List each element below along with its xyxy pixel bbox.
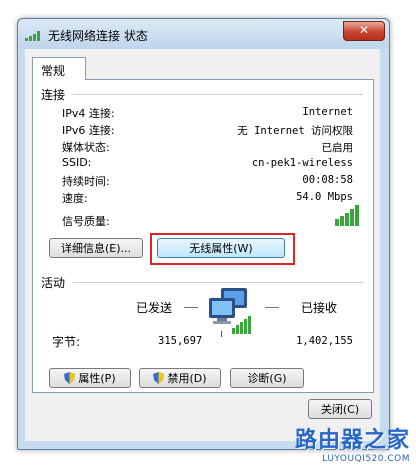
signal-quality-label: 信号质量: bbox=[62, 215, 110, 228]
tab-label: 常规 bbox=[41, 64, 66, 78]
sent-label: 已发送 bbox=[136, 301, 173, 315]
dialog-client-area: 常规 连接 IPv4 连接: Internet IPv6 连接: 无 Inter… bbox=[25, 49, 380, 441]
wireless-signal-icon bbox=[25, 31, 40, 41]
disable-button[interactable]: 禁用(D) bbox=[139, 368, 221, 388]
diagnose-button[interactable]: 诊断(G) bbox=[230, 368, 304, 388]
media-state-value: 已启用 bbox=[321, 142, 354, 154]
ipv6-label: IPv6 连接: bbox=[62, 124, 115, 137]
duration-value: 00:08:58 bbox=[302, 174, 353, 186]
close-icon: ✕ bbox=[358, 23, 370, 37]
bytes-sent-value: 315,697 bbox=[158, 335, 203, 347]
activity-divider bbox=[73, 282, 363, 283]
watermark-title: 路由器之家 bbox=[294, 428, 410, 453]
connection-divider bbox=[73, 94, 363, 95]
received-label: 已接收 bbox=[301, 301, 338, 315]
speed-value: 54.0 Mbps bbox=[296, 191, 353, 203]
diagnose-button-label: 诊断(G) bbox=[247, 372, 287, 385]
shield-icon bbox=[153, 372, 165, 384]
ipv6-value: 无 Internet 访问权限 bbox=[237, 125, 353, 137]
duration-label: 持续时间: bbox=[62, 175, 110, 188]
details-button-label: 详细信息(E)... bbox=[60, 242, 132, 255]
status-dialog: 无线网络连接 状态 ✕ 常规 连接 IPv4 连接: Internet IPv6… bbox=[17, 18, 390, 450]
title-bar: 无线网络连接 状态 ✕ bbox=[18, 19, 389, 49]
ipv4-value: Internet bbox=[302, 106, 353, 118]
activity-header: 活动 bbox=[41, 276, 66, 290]
ssid-value: cn-pek1-wireless bbox=[251, 157, 353, 169]
close-button[interactable]: 关闭(C) bbox=[308, 399, 372, 419]
connection-header: 连接 bbox=[41, 88, 66, 102]
wireless-properties-label: 无线属性(W) bbox=[189, 242, 253, 255]
shield-icon bbox=[64, 372, 76, 384]
disable-button-label: 禁用(D) bbox=[167, 372, 207, 385]
signal-strength-icon bbox=[335, 205, 359, 226]
bytes-label: 字节: bbox=[52, 335, 81, 349]
media-state-label: 媒体状态: bbox=[62, 141, 110, 154]
network-computers-icon bbox=[209, 288, 251, 337]
general-panel: 连接 IPv4 连接: Internet IPv6 连接: 无 Internet… bbox=[32, 79, 374, 393]
site-watermark: 路由器之家 LUYOUQI520.COM bbox=[295, 422, 410, 464]
window-title: 无线网络连接 状态 bbox=[48, 29, 148, 43]
tab-general[interactable]: 常规 bbox=[32, 57, 86, 80]
sent-dash bbox=[184, 307, 198, 308]
wireless-properties-button[interactable]: 无线属性(W) bbox=[157, 238, 285, 258]
close-button-label: 关闭(C) bbox=[320, 403, 360, 416]
watermark-url: LUYOUQI520.COM bbox=[322, 454, 410, 464]
properties-button-label: 属性(P) bbox=[78, 372, 116, 385]
ssid-label: SSID: bbox=[62, 156, 92, 169]
details-button[interactable]: 详细信息(E)... bbox=[49, 238, 143, 258]
ipv4-label: IPv4 连接: bbox=[62, 107, 115, 120]
bytes-received-value: 1,402,155 bbox=[296, 335, 353, 347]
close-window-button[interactable]: ✕ bbox=[343, 21, 385, 41]
properties-button[interactable]: 属性(P) bbox=[49, 368, 131, 388]
received-dash bbox=[265, 307, 279, 308]
speed-label: 速度: bbox=[62, 192, 88, 205]
